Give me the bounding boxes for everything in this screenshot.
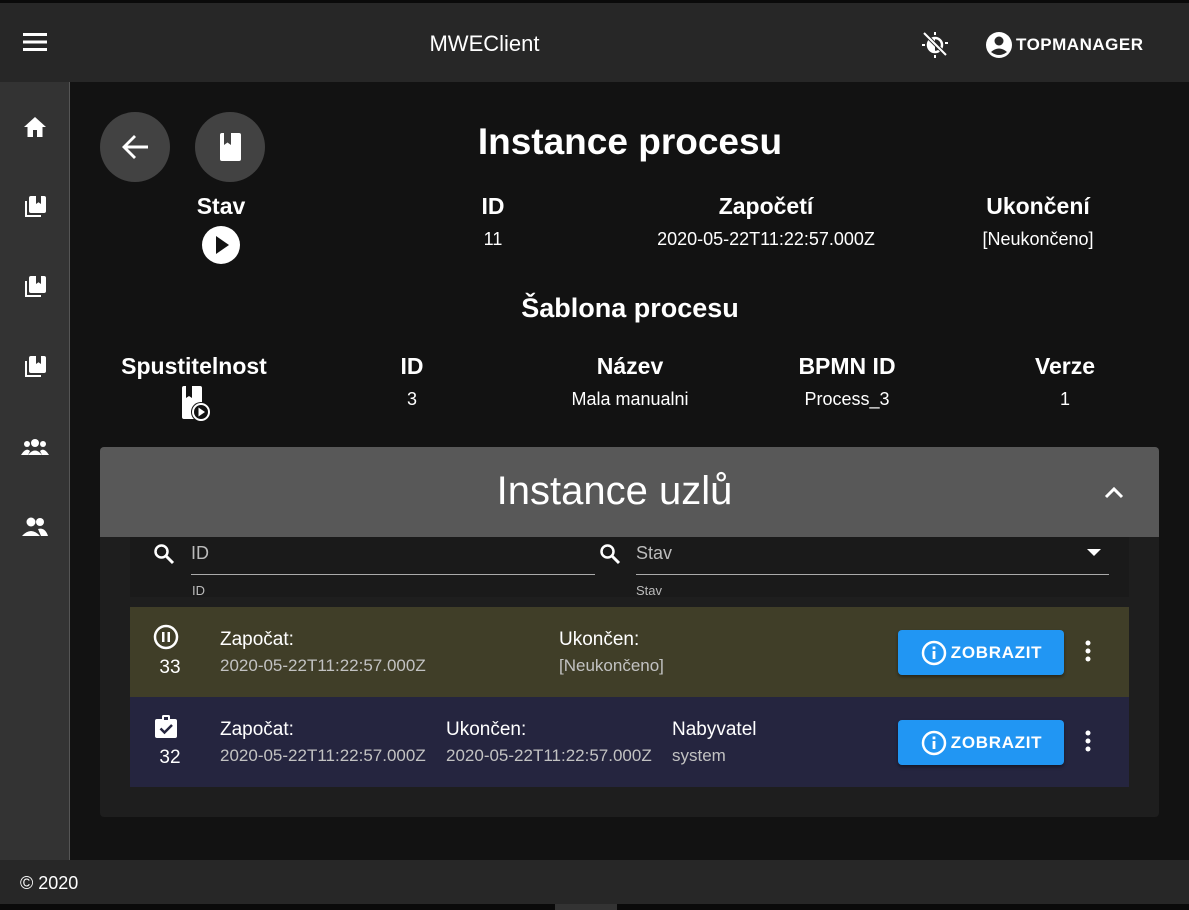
back-button[interactable] [100, 112, 170, 182]
state-filter-placeholder: Stav [636, 543, 673, 563]
sidebar-item-library-1[interactable] [20, 192, 50, 222]
instance-id: ID 11 [443, 193, 543, 250]
start-value: 2020-05-22T11:22:57.000Z [220, 656, 426, 675]
template-name-value: Mala manualni [571, 389, 689, 409]
template-id: ID 3 [362, 353, 462, 410]
play-circle-icon [202, 226, 240, 264]
sidebar-item-people[interactable] [20, 512, 50, 542]
node-instances-panel: Instance uzlů ID ID Stav Stav 33 Započat… [100, 447, 1159, 817]
template-version: Verze 1 [1015, 353, 1115, 410]
start-value: 2020-05-22T11:22:57.000Z [220, 746, 426, 765]
library-icon [25, 356, 46, 377]
id-filter-hint: ID [192, 583, 205, 598]
user-name: TOPMANAGER [1016, 35, 1144, 54]
bpmn-label: BPMN ID [798, 353, 896, 379]
template-title: Šablona procesu [521, 293, 739, 323]
copyright: © 2020 [20, 873, 79, 893]
show-button-label: ZOBRAZIT [950, 732, 1043, 752]
info-icon [921, 730, 946, 755]
template-id-value: 3 [406, 389, 417, 409]
scroll-tab [555, 904, 617, 910]
bpmn-value: Process_3 [804, 389, 890, 409]
instance-end-value: [Neukončeno] [982, 229, 1094, 249]
end-value: 2020-05-22T11:22:57.000Z [446, 746, 652, 765]
filter-bar: ID ID Stav Stav [130, 537, 1129, 598]
bottom-edge [0, 904, 1189, 910]
home-icon [24, 117, 46, 137]
start-label: Započat: [220, 629, 294, 650]
sidebar-item-groups[interactable] [20, 432, 50, 462]
instance-id-value: 11 [483, 229, 503, 249]
dropdown-arrow-icon [1087, 549, 1101, 556]
more-vert-icon[interactable] [1078, 727, 1098, 757]
node-row: 33 Započat: 2020-05-22T11:22:57.000Z Uko… [130, 607, 1129, 697]
theme-toggle-icon[interactable] [919, 28, 951, 60]
instance-start-value: 2020-05-22T11:22:57.000Z [657, 229, 875, 249]
instance-end: Ukončení [Neukončeno] [950, 193, 1126, 250]
sidebar [0, 82, 70, 860]
sidebar-item-home[interactable] [20, 112, 50, 142]
user-menu-button[interactable]: TOPMANAGER [984, 30, 1143, 60]
pause-circle-icon [153, 624, 179, 650]
state-filter-select[interactable]: Stav [636, 537, 1109, 575]
search-icon [600, 544, 621, 565]
state-filter-hint: Stav [636, 583, 663, 598]
sidebar-item-library-2[interactable] [20, 272, 50, 302]
people-icon [22, 517, 48, 536]
show-button[interactable]: ZOBRAZIT [898, 720, 1064, 765]
account-circle-icon [986, 32, 1012, 58]
id-filter-input[interactable]: ID [191, 537, 595, 575]
node-row: 32 Započat: 2020-05-22T11:22:57.000Z Uko… [130, 697, 1129, 787]
more-vert-icon[interactable] [1078, 637, 1098, 667]
instance-end-label: Ukončení [986, 193, 1090, 219]
library-icon [25, 276, 46, 297]
end-value: [Neukončeno] [559, 656, 664, 675]
book-play-icon [182, 386, 211, 422]
process-template-button[interactable] [195, 112, 265, 182]
instance-start-label: Započetí [718, 193, 814, 219]
template-name-label: Název [596, 353, 664, 379]
instance-id-label: ID [481, 193, 505, 219]
panel-header[interactable]: Instance uzlů [100, 447, 1159, 537]
node-id: 33 [159, 657, 181, 678]
info-icon [921, 640, 946, 665]
version-label: Verze [1034, 353, 1096, 379]
start-label: Započat: [220, 719, 294, 740]
search-icon [154, 544, 175, 565]
show-button-label: ZOBRAZIT [950, 642, 1043, 662]
show-button[interactable]: ZOBRAZIT [898, 630, 1064, 675]
page-title: Instance procesu [477, 121, 783, 162]
runnable-label: Spustitelnost [121, 353, 267, 379]
template-name: Název Mala manualni [540, 353, 720, 410]
state-label: Stav [196, 193, 246, 219]
instance-state: Stav [160, 193, 282, 270]
template-bpmn: BPMN ID Process_3 [767, 353, 927, 410]
version-value: 1 [1059, 389, 1070, 409]
arrow-back-icon [122, 135, 148, 159]
sidebar-item-library-3[interactable] [20, 352, 50, 382]
template-id-label: ID [400, 353, 424, 379]
panel-title: Instance uzlů [496, 469, 733, 513]
app-bar: MWEClient TOPMANAGER [0, 0, 1189, 82]
group-icon [21, 439, 49, 455]
book-icon [220, 133, 241, 161]
end-label: Ukončen: [446, 719, 527, 740]
chevron-up-icon[interactable] [1100, 480, 1128, 506]
assignee-label: Nabyvatel [672, 719, 757, 740]
end-label: Ukončen: [559, 629, 640, 650]
library-icon [25, 196, 46, 217]
assignee-value: system [672, 746, 726, 765]
assignment-done-icon [155, 715, 177, 738]
instance-start: Započetí 2020-05-22T11:22:57.000Z [630, 193, 902, 250]
footer: © 2020 [0, 860, 1189, 904]
template-runnable: Spustitelnost [104, 353, 284, 430]
app-title: MWEClient [429, 31, 540, 56]
node-id: 32 [159, 747, 181, 768]
